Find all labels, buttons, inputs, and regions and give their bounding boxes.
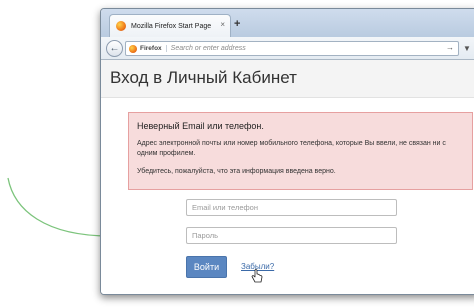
back-arrow-icon: ← <box>109 43 120 54</box>
email-field[interactable]: Email или телефон <box>186 199 397 216</box>
password-field[interactable]: Пароль <box>186 227 397 244</box>
title-bar: Mozilla Firefox Start Page × + <box>101 9 474 37</box>
firefox-identity-icon <box>129 44 137 53</box>
page-title: Вход в Личный Кабинет <box>110 68 297 87</box>
login-button[interactable]: Войти <box>186 256 227 278</box>
error-message: Адрес электронной почты или номер мобиль… <box>137 140 446 157</box>
go-arrow-icon[interactable]: → <box>446 43 454 52</box>
back-button[interactable]: ← <box>106 40 123 57</box>
page-content: Вход в Личный Кабинет Неверный Email или… <box>101 60 474 294</box>
dropdown-icon[interactable]: ▼ <box>463 44 471 53</box>
browser-window: Mozilla Firefox Start Page × + ← Firefox… <box>100 8 474 295</box>
error-alert: Неверный Email или телефон. Адрес электр… <box>128 112 473 190</box>
new-tab-button[interactable]: + <box>234 18 240 30</box>
firefox-logo-icon <box>116 21 126 31</box>
hand-cursor-icon <box>251 269 263 283</box>
close-tab-icon[interactable]: × <box>220 20 225 29</box>
tab-title: Mozilla Firefox Start Page <box>131 22 212 30</box>
browser-tab[interactable]: Mozilla Firefox Start Page × <box>109 14 231 37</box>
address-input[interactable]: Search or enter address <box>171 45 246 52</box>
address-bar[interactable]: Firefox Search or enter address → <box>125 41 459 56</box>
error-hint: Убедитесь, пожалуйста, что эта информаци… <box>137 168 336 175</box>
error-title: Неверный Email или телефон. <box>137 121 264 131</box>
navigation-bar: ← Firefox Search or enter address → ▼ <box>101 37 474 60</box>
identity-label: Firefox <box>140 45 167 52</box>
page-header: Вход в Личный Кабинет <box>101 60 474 98</box>
